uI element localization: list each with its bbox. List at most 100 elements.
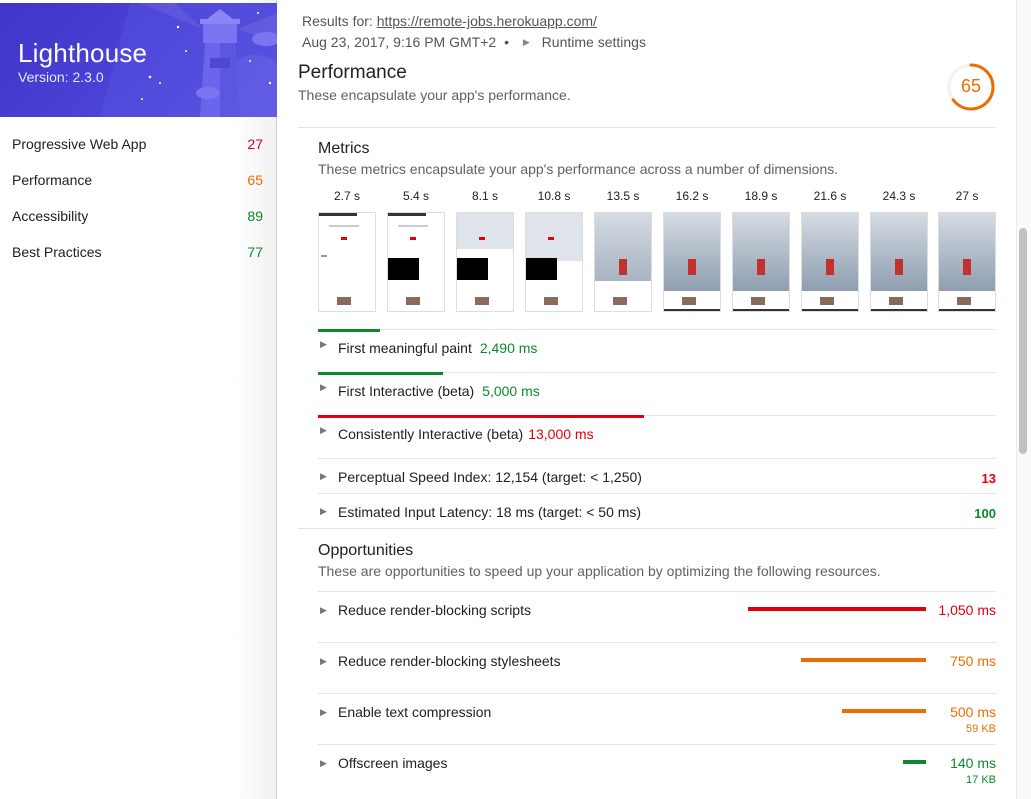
opportunity-savings-bar [801,658,926,662]
metric-first-meaningful-paint[interactable]: ▶ First meaningful paint 2,490 ms [318,329,996,372]
sidebar-item-performance[interactable]: Performance 65 [0,162,277,198]
opportunity-ms: 140 ms [950,755,996,771]
opportunity-kb: 17 KB [966,774,996,786]
opportunity-savings-bar [748,607,926,611]
app-version: Version: 2.3.0 [18,69,104,85]
expand-triangle-icon[interactable]: ▶ [523,37,530,48]
metric-name: First meaningful paint [338,340,472,356]
filmstrip-frame: 27 s [938,188,996,312]
metric-value: 2,490 ms [479,340,538,356]
expand-triangle-icon[interactable]: ▶ [320,758,327,769]
frame-thumbnail [525,212,583,312]
metric-first-interactive[interactable]: ▶ First Interactive (beta) 5,000 ms [318,372,996,415]
frame-time: 5.4 s [402,189,429,203]
metric-value: 13,000 ms [528,426,594,442]
filmstrip-frame: 21.6 s [801,188,859,312]
frame-time: 8.1 s [471,189,498,203]
report-header: Results for: https://remote-jobs.herokua… [278,0,1016,56]
scrollbar-thumb[interactable] [1019,228,1027,454]
section-divider [298,528,996,529]
performance-section-header: Performance These encapsulate your app's… [298,62,996,128]
expand-triangle-icon[interactable]: ▶ [320,382,327,393]
frame-thumbnail [456,212,514,312]
metric-label: Estimated Input Latency: 18 ms (target: … [338,504,642,520]
category-label: Progressive Web App [12,136,147,152]
expand-triangle-icon[interactable]: ▶ [320,656,327,667]
performance-score: 65 [960,76,982,96]
metric-value: 5,000 ms [482,383,540,399]
opportunities-title: Opportunities [318,542,414,559]
metric-label: Perceptual Speed Index: 12,154 (target: … [338,469,642,485]
metrics-description: These metrics encapsulate your app's per… [318,161,839,177]
filmstrip-frame: 13.5 s [594,188,652,312]
bullet-separator: • [504,34,509,50]
frame-time: 18.9 s [744,189,778,203]
frame-thumbnail [387,212,445,312]
opportunity-render-blocking-scripts[interactable]: ▶ Reduce render-blocking scripts 1,050 m… [318,591,996,642]
metric-name: First Interactive (beta) [338,383,475,399]
sidebar-item-best-practices[interactable]: Best Practices 77 [0,234,277,270]
category-label: Best Practices [12,244,102,260]
app-title: Lighthouse [18,38,148,68]
metric-label: Consistently Interactive (beta) 13,000 ms [338,426,594,442]
category-score: 27 [247,136,263,152]
report-main: Results for: https://remote-jobs.herokua… [278,0,1016,799]
expand-triangle-icon[interactable]: ▶ [320,425,327,436]
opportunity-ms: 750 ms [950,653,996,669]
filmstrip-frame: 16.2 s [663,188,721,312]
sidebar-item-accessibility[interactable]: Accessibility 89 [0,198,277,234]
metric-consistently-interactive[interactable]: ▶ Consistently Interactive (beta) 13,000 … [318,415,996,458]
metric-score: 13 [981,471,996,486]
expand-triangle-icon[interactable]: ▶ [320,707,327,718]
expand-triangle-icon[interactable]: ▶ [320,605,327,616]
runtime-settings-toggle[interactable]: Runtime settings [542,34,646,50]
filmstrip-frame: 18.9 s [732,188,790,312]
category-label: Performance [12,172,93,188]
opportunity-label: Reduce render-blocking stylesheets [338,653,561,669]
filmstrip-frame: 2.7 s [318,188,376,312]
sidebar-item-progressive-web-app[interactable]: Progressive Web App 27 [0,126,277,162]
opportunity-offscreen-images[interactable]: ▶ Offscreen images 140 ms 17 KB [318,744,996,795]
metric-timeline-bar [318,372,443,375]
filmstrip-frame: 5.4 s [387,188,445,312]
opportunity-render-blocking-stylesheets[interactable]: ▶ Reduce render-blocking stylesheets 750… [318,642,996,693]
expand-triangle-icon[interactable]: ▶ [320,339,327,350]
frame-time: 10.8 s [537,189,571,203]
frame-time: 24.3 s [882,189,916,203]
opportunity-text-compression[interactable]: ▶ Enable text compression 500 ms 59 KB [318,693,996,744]
frame-time: 2.7 s [333,189,360,203]
report-url-link[interactable]: https://remote-jobs.herokuapp.com/ [377,13,597,29]
metric-estimated-input-latency[interactable]: ▶ Estimated Input Latency: 18 ms (target… [318,493,996,528]
opportunity-label: Reduce render-blocking scripts [338,602,531,618]
opportunity-label: Offscreen images [338,755,448,771]
report-meta-line: Aug 23, 2017, 9:16 PM GMT+2 • ▶ Runtime … [302,34,646,50]
results-for-line: Results for: https://remote-jobs.herokua… [302,13,597,29]
category-score: 65 [247,172,263,188]
filmstrip-frame: 10.8 s [525,188,583,312]
report-date: Aug 23, 2017, 9:16 PM GMT+2 [302,34,497,50]
opportunity-savings-bar [903,760,926,764]
expand-triangle-icon[interactable]: ▶ [320,506,327,517]
metrics-title: Metrics [318,140,370,157]
category-score: 77 [247,244,263,260]
frame-time: 21.6 s [813,189,847,203]
opportunity-savings-bar [842,709,926,713]
metric-label: First meaningful paint 2,490 ms [338,340,537,356]
frame-thumbnail [801,212,859,312]
opportunity-label: Enable text compression [338,704,492,720]
filmstrip: 2.7 s 5.4 s 8.1 s 10.8 s 13.5 s 16.2 s 1… [318,188,996,314]
sidebar: Lighthouse Version: 2.3.0 Progressive We… [0,0,277,799]
filmstrip-frame: 8.1 s [456,188,514,312]
frame-thumbnail [870,212,928,312]
filmstrip-frame: 24.3 s [870,188,928,312]
frame-thumbnail [732,212,790,312]
category-score: 89 [247,208,263,224]
frame-thumbnail [663,212,721,312]
expand-triangle-icon[interactable]: ▶ [320,471,327,482]
metric-perceptual-speed-index[interactable]: ▶ Perceptual Speed Index: 12,154 (target… [318,458,996,493]
opportunity-ms: 1,050 ms [938,602,996,618]
metric-name: Consistently Interactive (beta) [338,426,524,442]
section-description: These encapsulate your app's performance… [298,87,571,103]
metric-timeline-bar [318,415,644,418]
metric-label: First Interactive (beta) 5,000 ms [338,383,540,399]
